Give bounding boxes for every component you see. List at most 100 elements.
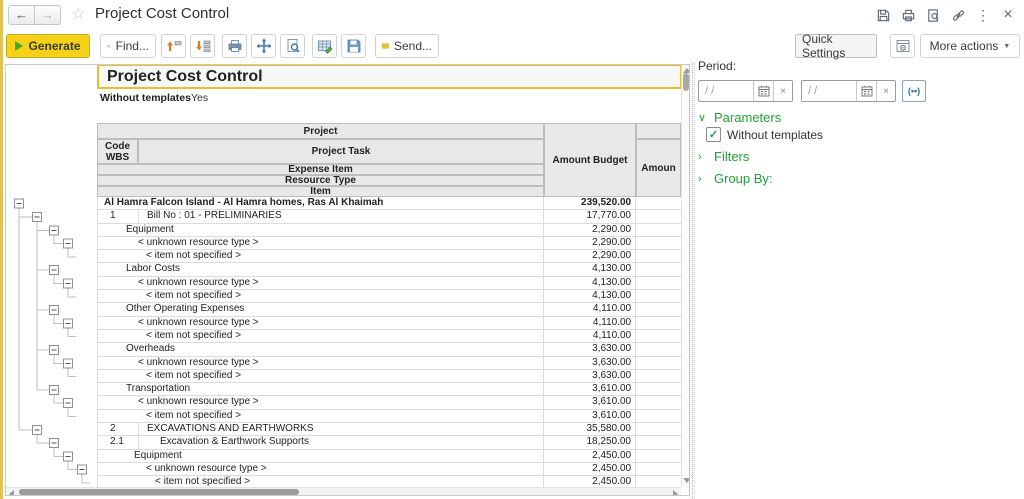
cell-amount-budget[interactable]: 239,520.00 <box>544 197 637 210</box>
cell-project-task[interactable]: EXCAVATIONS AND EARTHWORKS <box>139 423 544 436</box>
back-button[interactable]: ← <box>8 5 35 25</box>
cell-amount-budget[interactable]: 4,110.00 <box>544 303 637 316</box>
cell-amount-truncated[interactable] <box>636 330 681 342</box>
link-icon[interactable] <box>950 7 966 23</box>
cell-amount-truncated[interactable] <box>636 410 681 422</box>
cell-description[interactable]: < unknown resource type > <box>98 236 545 250</box>
report-row[interactable]: 2 EXCAVATIONS AND EARTHWORKS 35,580.00 <box>97 423 681 437</box>
report-row[interactable]: Overheads 3,630.00 <box>97 343 681 357</box>
column-header-code-wbs[interactable]: Code WBS <box>97 139 138 164</box>
cell-amount-budget[interactable]: 4,110.00 <box>544 316 637 329</box>
cell-amount-budget[interactable]: 17,770.00 <box>544 210 636 223</box>
cell-description[interactable]: < unknown resource type > <box>98 462 545 476</box>
collapse-groups-button[interactable] <box>161 34 186 58</box>
cell-amount-truncated[interactable] <box>636 436 681 448</box>
report-row[interactable]: Other Operating Expenses 4,110.00 <box>97 303 681 317</box>
cell-amount-budget[interactable]: 4,130.00 <box>544 276 637 290</box>
cell-amount-budget[interactable]: 18,250.00 <box>544 436 636 449</box>
cell-description[interactable]: Transportation <box>98 383 545 396</box>
scroll-down-arrow[interactable] <box>683 478 689 483</box>
cell-amount-truncated[interactable] <box>636 197 681 209</box>
report-parameter-label[interactable]: Without templates <box>100 92 191 104</box>
cell-amount-truncated[interactable] <box>636 290 681 302</box>
report-row[interactable]: < unknown resource type >2,450.00 <box>97 462 681 477</box>
report-row[interactable]: Equipment 2,450.00 <box>97 449 681 463</box>
cell-description[interactable]: Equipment <box>98 223 545 236</box>
column-header-expense-item[interactable]: Expense Item <box>97 164 544 175</box>
find-button[interactable]: Find... <box>100 34 156 58</box>
cell-description[interactable]: < item not specified > <box>98 369 545 383</box>
report-row[interactable]: < unknown resource type >3,610.00 <box>97 396 681 410</box>
cell-amount-truncated[interactable] <box>636 250 681 262</box>
favorite-star-icon[interactable]: ☆ <box>71 4 85 24</box>
save-icon[interactable] <box>875 7 891 23</box>
parameters-section-header[interactable]: ∨ Parameters <box>698 110 781 125</box>
column-header-amount-truncated[interactable]: Amoun <box>636 139 681 197</box>
cell-description[interactable]: < item not specified > <box>98 329 545 343</box>
forward-button[interactable]: → <box>34 5 61 25</box>
report-row[interactable]: < item not specified >3,630.00 <box>97 369 681 384</box>
cell-description[interactable]: < unknown resource type > <box>98 276 545 290</box>
cell-amount-truncated[interactable] <box>636 224 681 236</box>
report-row[interactable]: 2.1 Excavation & Earthwork Supports 18,250… <box>97 436 681 450</box>
cell-amount-budget[interactable]: 2,450.00 <box>544 462 637 476</box>
report-row[interactable]: < item not specified >4,110.00 <box>97 329 681 344</box>
report-row[interactable]: < unknown resource type >3,630.00 <box>97 356 681 370</box>
calendar-icon[interactable] <box>856 81 876 101</box>
expand-groups-button[interactable] <box>190 34 215 58</box>
scroll-right-arrow[interactable] <box>673 490 678 495</box>
report-row[interactable]: Labor Costs 4,130.00 <box>97 263 681 277</box>
cell-amount-budget[interactable]: 3,610.00 <box>544 383 637 396</box>
cell-amount-truncated[interactable] <box>636 370 681 382</box>
scroll-left-arrow[interactable] <box>9 490 14 495</box>
checkbox-checked[interactable]: ✓ <box>706 127 721 142</box>
cell-amount-truncated[interactable] <box>636 423 681 435</box>
cell-description[interactable]: < item not specified > <box>98 409 545 423</box>
cell-amount-truncated[interactable] <box>636 396 681 408</box>
period-end-value[interactable]: / / <box>802 81 856 101</box>
generate-button[interactable]: Generate <box>6 34 90 58</box>
report-row[interactable]: < item not specified >2,290.00 <box>97 250 681 264</box>
report-row[interactable]: Transportation 3,610.00 <box>97 383 681 397</box>
report-row[interactable]: Equipment 2,290.00 <box>97 223 681 237</box>
panel-splitter[interactable] <box>692 63 695 499</box>
save-report-button[interactable] <box>341 34 366 58</box>
more-menu-icon[interactable]: ⋮ <box>975 7 991 23</box>
column-header-project[interactable]: Project <box>97 123 544 139</box>
report-row[interactable]: < item not specified >3,610.00 <box>97 409 681 424</box>
cell-amount-budget[interactable]: 4,130.00 <box>544 263 637 276</box>
cell-amount-budget[interactable]: 35,580.00 <box>544 423 636 436</box>
report-row[interactable]: 1 Bill No : 01 - PRELIMINARIES 17,770.00 <box>97 210 681 224</box>
column-header-project-task[interactable]: Project Task <box>138 139 544 164</box>
group-by-section-header[interactable]: › Group By: <box>698 171 773 186</box>
clear-date-icon[interactable]: × <box>773 81 792 101</box>
cell-description[interactable]: Labor Costs <box>98 263 545 276</box>
cell-project-task[interactable]: Excavation & Earthwork Supports <box>139 436 544 449</box>
print-icon[interactable] <box>900 7 916 23</box>
period-start-value[interactable]: / / <box>699 81 753 101</box>
cell-amount-budget[interactable]: 2,290.00 <box>544 223 637 236</box>
vertical-scrollbar[interactable] <box>681 65 689 487</box>
cell-code-wbs[interactable]: 1 <box>98 210 139 223</box>
calendar-icon[interactable] <box>753 81 773 101</box>
without-templates-option[interactable]: ✓ Without templates <box>706 127 823 142</box>
cell-amount-budget[interactable]: 2,290.00 <box>544 236 637 250</box>
column-header-item[interactable]: Item <box>97 186 544 197</box>
clear-date-icon[interactable]: × <box>876 81 895 101</box>
filters-section-header[interactable]: › Filters <box>698 149 749 164</box>
column-header-resource-type[interactable]: Resource Type <box>97 175 544 186</box>
cell-amount-truncated[interactable] <box>636 343 681 355</box>
cell-amount-budget[interactable]: 3,610.00 <box>544 396 637 409</box>
cell-description[interactable]: Al Hamra Falcon Island - Al Hamra homes,… <box>98 197 545 210</box>
cell-amount-budget[interactable]: 3,610.00 <box>544 409 637 423</box>
period-end-input[interactable]: / / × <box>801 80 896 102</box>
edit-spreadsheet-button[interactable] <box>312 34 337 58</box>
horizontal-scroll-thumb[interactable] <box>19 489 299 495</box>
cell-amount-truncated[interactable] <box>636 263 681 275</box>
row-grouping-tree[interactable] <box>6 65 97 496</box>
cell-amount-truncated[interactable] <box>636 237 681 249</box>
report-row[interactable]: < unknown resource type >4,110.00 <box>97 316 681 330</box>
report-row[interactable]: < unknown resource type >2,290.00 <box>97 236 681 251</box>
cell-amount-truncated[interactable] <box>636 210 681 222</box>
cell-amount-truncated[interactable] <box>636 450 681 462</box>
